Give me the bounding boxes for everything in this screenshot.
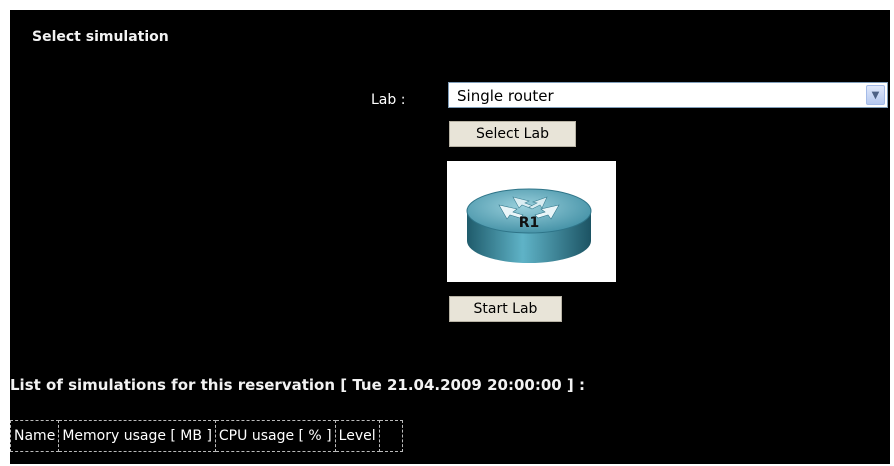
column-header-empty bbox=[378, 420, 403, 452]
section-title: Select simulation bbox=[32, 29, 169, 45]
table-header-row: Name Memory usage [ MB ] CPU usage [ % ]… bbox=[9, 420, 403, 452]
column-header-name: Name bbox=[9, 420, 60, 452]
select-lab-button[interactable]: Select Lab bbox=[449, 121, 576, 147]
chevron-down-icon[interactable]: ▼ bbox=[866, 85, 885, 105]
column-header-level: Level bbox=[334, 420, 380, 452]
simulations-table: Name Memory usage [ MB ] CPU usage [ % ]… bbox=[9, 420, 403, 452]
topology-preview: R1 bbox=[447, 161, 616, 282]
lab-select[interactable]: Single router ▼ bbox=[448, 82, 888, 108]
column-header-memory: Memory usage [ MB ] bbox=[58, 420, 216, 452]
lab-label: Lab : bbox=[371, 92, 406, 108]
lab-select-value: Single router bbox=[457, 87, 554, 105]
router-label: R1 bbox=[519, 215, 540, 231]
column-header-cpu: CPU usage [ % ] bbox=[214, 420, 336, 452]
start-lab-button[interactable]: Start Lab bbox=[449, 296, 562, 322]
simulations-list-title: List of simulations for this reservation… bbox=[10, 376, 586, 394]
simulation-panel: Select simulation Lab : Single router ▼ … bbox=[9, 10, 890, 464]
router-icon: R1 bbox=[466, 188, 592, 263]
